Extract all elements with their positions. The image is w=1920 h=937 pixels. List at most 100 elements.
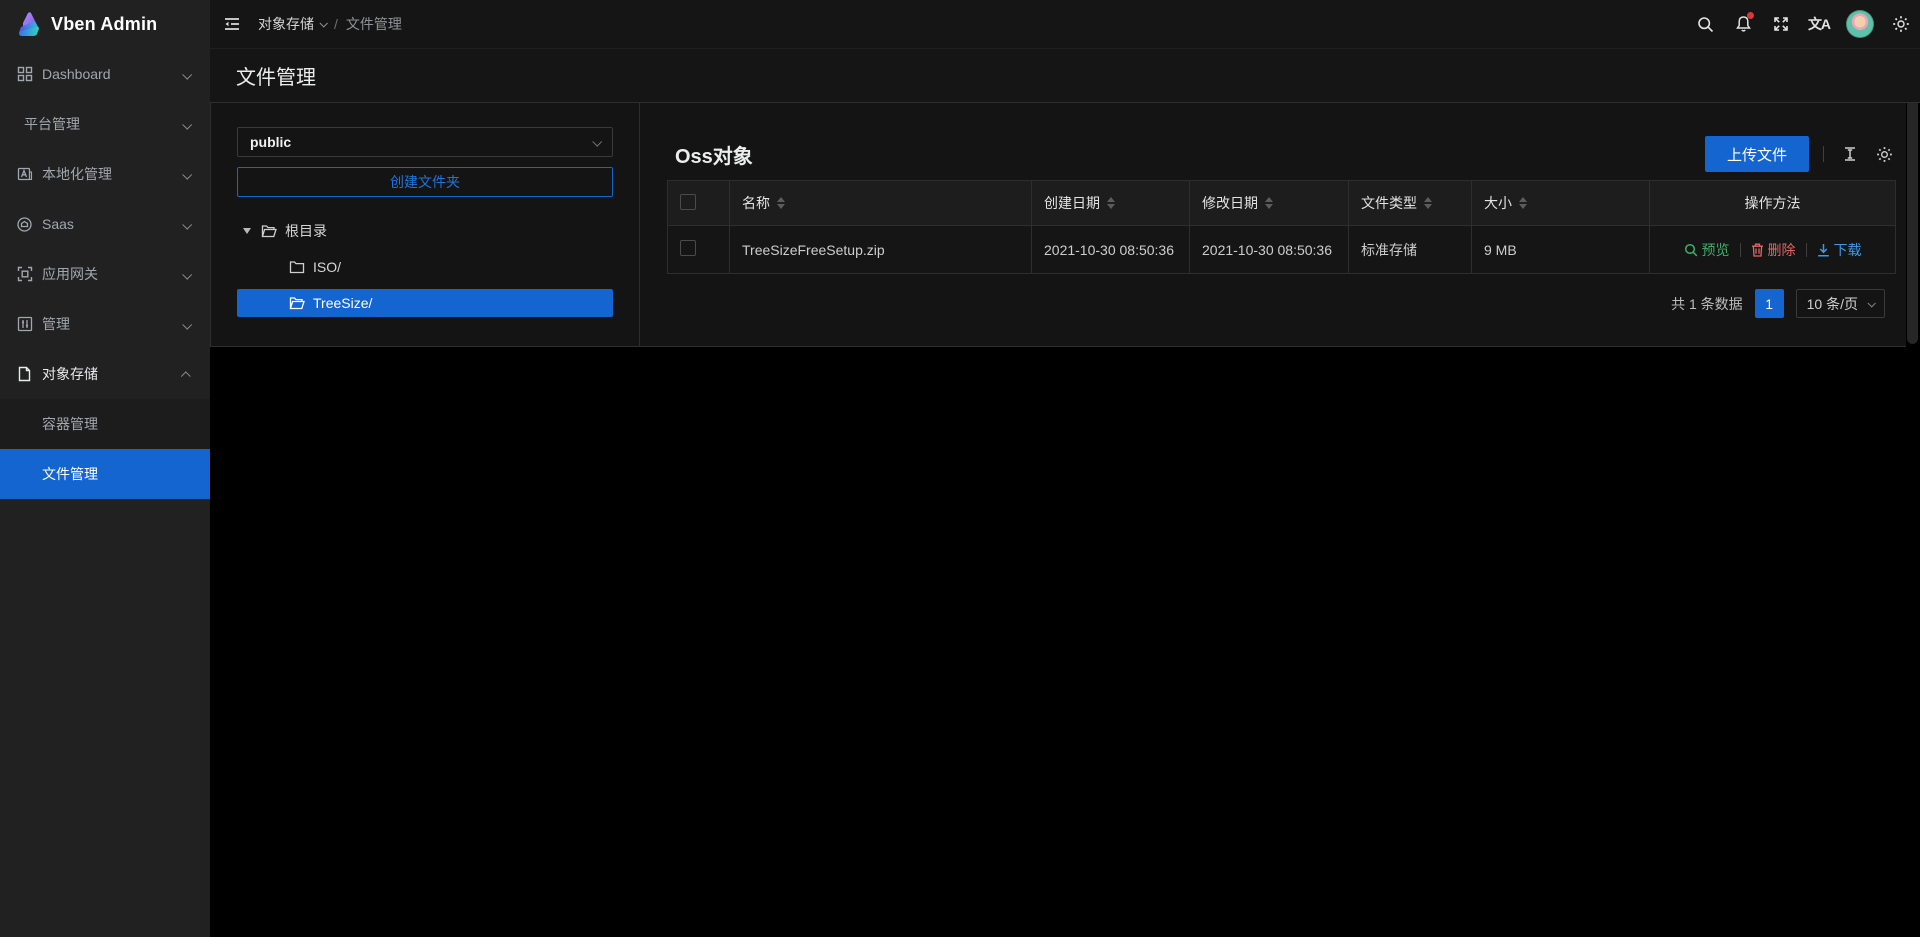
breadcrumb-item-object-storage[interactable]: 对象存储 [258,14,326,34]
breadcrumb: 对象存储 / 文件管理 [258,14,402,34]
sidebar-item-label: 容器管理 [42,414,98,434]
cell-name: TreeSizeFreeSetup.zip [730,226,1032,274]
vben-logo-icon [13,10,43,40]
sidebar-item-dashboard[interactable]: Dashboard [0,49,210,99]
sidebar-item-label: 对象存储 [42,364,98,384]
sort-icon[interactable] [777,197,785,209]
logo[interactable]: Vben Admin [0,0,210,49]
topbar-actions: 文A [1686,0,1920,48]
column-header-name[interactable]: 名称 [730,181,1032,226]
fullscreen-icon [1773,16,1789,32]
download-button[interactable]: 下载 [1817,240,1862,260]
cell-size: 9 MB [1472,226,1650,274]
sidebar-item-localization[interactable]: 本地化管理 [0,149,210,199]
chevron-down-icon [182,170,192,180]
action-label: 删除 [1768,240,1796,260]
fullscreen-button[interactable] [1762,0,1800,49]
sidebar-item-object-storage[interactable]: 对象存储 [0,349,210,399]
sort-icon[interactable] [1424,197,1432,209]
settings-button[interactable] [1882,0,1920,49]
notification-button[interactable] [1724,0,1762,49]
oss-table: 名称 创建日期 修改日期 [667,180,1896,274]
localization-icon [16,166,33,183]
sidebar-item-label: 应用网关 [42,264,98,284]
sidebar-item-management[interactable]: 管理 [0,299,210,349]
pagination: 共 1 条数据 1 10 条/页 [667,289,1896,318]
sidebar-item-saas[interactable]: Saas [0,199,210,249]
sidebar: Vben Admin Dashboard 平台管理 [0,0,210,937]
bucket-select-value: public [250,134,291,150]
cell-type: 标准存储 [1349,226,1472,274]
action-divider [1806,243,1807,257]
page-size-select[interactable]: 10 条/页 [1796,289,1885,318]
topbar: 对象存储 / 文件管理 [210,0,1920,49]
select-all-checkbox[interactable] [680,194,696,210]
action-divider [1740,243,1741,257]
upload-file-button[interactable]: 上传文件 [1705,136,1809,172]
column-header-modified[interactable]: 修改日期 [1190,181,1349,226]
column-label: 修改日期 [1202,193,1258,213]
chevron-down-icon [182,220,192,230]
sort-icon[interactable] [1265,197,1273,209]
sidebar-item-gateway[interactable]: 应用网关 [0,249,210,299]
gateway-icon [16,266,33,283]
page-title-bar: 文件管理 [210,49,1920,103]
sidebar-item-file-management[interactable]: 文件管理 [0,449,210,499]
column-header-size[interactable]: 大小 [1472,181,1650,226]
action-label: 下载 [1834,240,1862,260]
download-icon [1817,243,1830,257]
oss-toolbar: 上传文件 [1705,136,1896,172]
page-size-value: 10 条/页 [1807,294,1858,314]
bucket-select[interactable]: public [237,127,613,157]
delete-button[interactable]: 删除 [1751,240,1796,260]
sidebar-menu: Dashboard 平台管理 本地化管理 [0,49,210,499]
tree-node-root[interactable]: 根目录 [237,217,613,245]
breadcrumb-label: 文件管理 [346,14,402,34]
table-header-row: 名称 创建日期 修改日期 [668,181,1896,226]
page-title: 文件管理 [236,61,316,90]
create-folder-button[interactable]: 创建文件夹 [237,167,613,197]
row-checkbox[interactable] [680,240,696,256]
menu-fold-button[interactable] [210,0,254,49]
table-settings-button[interactable] [1872,142,1896,166]
trash-icon [1751,243,1764,257]
tree-node-label: TreeSize/ [313,295,372,311]
chevron-down-icon [182,70,192,80]
caret-down-icon[interactable] [243,228,251,234]
folder-open-icon [261,224,277,238]
avatar [1846,10,1874,38]
magnifier-icon [1684,243,1698,257]
tree-node-iso[interactable]: ISO/ [237,253,613,281]
gear-icon [1892,15,1910,33]
column-label: 大小 [1484,193,1512,213]
search-icon [1697,16,1714,33]
sort-icon[interactable] [1519,197,1527,209]
row-height-button[interactable] [1838,142,1862,166]
sidebar-item-label: 文件管理 [42,464,98,484]
column-label: 创建日期 [1044,193,1100,213]
row-height-icon [1842,146,1858,162]
chevron-down-icon [182,320,192,330]
pagination-total: 共 1 条数据 [1671,294,1743,314]
app-title: Vben Admin [51,14,157,35]
tree-node-treesize[interactable]: TreeSize/ [237,289,613,317]
tree-node-label: 根目录 [285,221,327,241]
search-button[interactable] [1686,0,1724,49]
row-actions: 预览 删除 [1662,240,1883,260]
user-menu-button[interactable] [1838,0,1882,49]
folder-icon [289,260,305,274]
oss-panel: Oss对象 上传文件 [640,103,1908,346]
sort-icon[interactable] [1107,197,1115,209]
sidebar-item-label: Saas [42,216,74,232]
preview-button[interactable]: 预览 [1684,240,1730,260]
screen: Vben Admin Dashboard 平台管理 [0,0,1920,937]
sidebar-item-container-management[interactable]: 容器管理 [0,399,210,449]
chevron-down-icon [1867,299,1875,307]
column-header-type[interactable]: 文件类型 [1349,181,1472,226]
column-header-created[interactable]: 创建日期 [1032,181,1190,226]
pagination-page-1[interactable]: 1 [1755,289,1784,318]
chevron-up-icon [181,371,191,381]
locale-switch-button[interactable]: 文A [1800,0,1838,49]
sidebar-item-platform[interactable]: 平台管理 [0,99,210,149]
sidebar-item-label: Dashboard [42,66,111,82]
